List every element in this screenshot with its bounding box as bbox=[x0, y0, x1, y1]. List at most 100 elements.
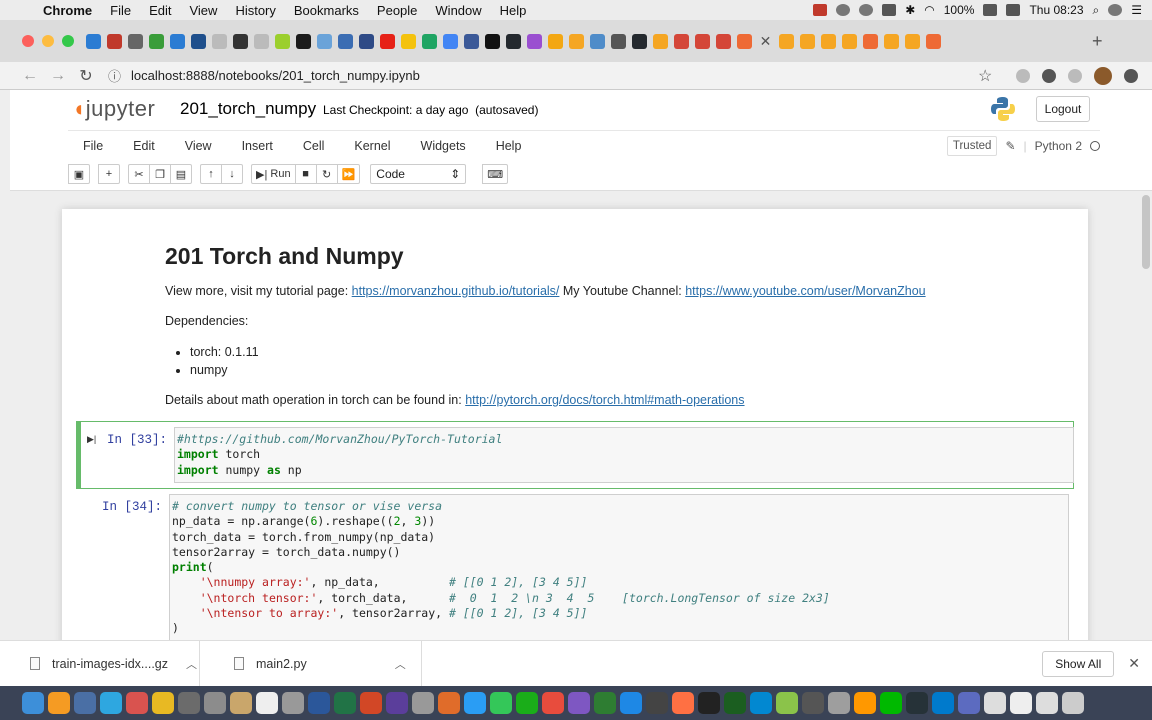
tab-favicon[interactable] bbox=[674, 33, 689, 49]
menu-edit[interactable]: Edit bbox=[140, 3, 180, 18]
finder-icon[interactable] bbox=[22, 692, 44, 714]
code-cell-34[interactable]: In [34]: # convert numpy to tensor or vi… bbox=[76, 489, 1074, 640]
copy-icon[interactable]: ❐ bbox=[149, 164, 171, 184]
terminal-icon[interactable] bbox=[698, 692, 720, 714]
system-preferences-icon[interactable] bbox=[204, 692, 226, 714]
nb-menu-insert[interactable]: Insert bbox=[227, 139, 288, 153]
youtube-link[interactable]: https://www.youtube.com/user/MorvanZhou bbox=[685, 284, 925, 298]
interrupt-icon[interactable]: ■ bbox=[294, 164, 317, 184]
bookmark-star-icon[interactable]: ☆ bbox=[978, 66, 992, 86]
edit-pencil-icon[interactable]: ✎ bbox=[1005, 139, 1015, 153]
forward-icon[interactable]: → bbox=[44, 67, 72, 85]
restart-run-all-icon[interactable]: ⏩ bbox=[336, 164, 361, 184]
tutorial-link[interactable]: https://morvanzhou.github.io/tutorials/ bbox=[352, 284, 560, 298]
chevron-up-icon[interactable]: ︿ bbox=[395, 656, 406, 672]
reload-icon[interactable]: ↻ bbox=[72, 66, 100, 86]
tab-favicon[interactable] bbox=[569, 33, 584, 49]
tab-favicon[interactable] bbox=[485, 33, 500, 49]
siri-icon[interactable] bbox=[1108, 4, 1123, 16]
tab-favicon[interactable] bbox=[653, 33, 668, 49]
dock-app-icon[interactable] bbox=[282, 692, 304, 714]
dock-app-icon[interactable] bbox=[906, 692, 928, 714]
tab-favicon[interactable] bbox=[275, 33, 290, 49]
input-source-icon[interactable] bbox=[1006, 4, 1021, 16]
menu-history[interactable]: History bbox=[226, 3, 284, 18]
nb-menu-kernel[interactable]: Kernel bbox=[339, 139, 405, 153]
nb-menu-widgets[interactable]: Widgets bbox=[406, 139, 481, 153]
run-button[interactable]: ▶| Run bbox=[251, 164, 296, 184]
chrome-menu-icon[interactable] bbox=[1124, 68, 1139, 83]
dock-app-icon[interactable] bbox=[750, 692, 772, 714]
tab-favicon[interactable] bbox=[695, 33, 710, 49]
dock-app-icon[interactable] bbox=[672, 692, 694, 714]
info-icon[interactable]: ⓘ bbox=[108, 66, 121, 85]
tab-favicon[interactable] bbox=[821, 33, 836, 49]
download-item[interactable]: train-images-idx....gz ︿ bbox=[0, 640, 200, 687]
tab-favicon[interactable] bbox=[233, 33, 248, 49]
nb-menu-view[interactable]: View bbox=[170, 139, 227, 153]
save-icon[interactable]: ▣ bbox=[68, 164, 90, 184]
extension-icon[interactable] bbox=[1042, 68, 1057, 83]
restart-icon[interactable]: ↻ bbox=[315, 164, 338, 184]
dock-app-icon[interactable] bbox=[74, 692, 96, 714]
extension-icon[interactable] bbox=[1016, 68, 1031, 83]
profile-avatar[interactable] bbox=[1094, 66, 1113, 85]
clock[interactable]: Thu 08:23 bbox=[1029, 3, 1083, 17]
tab-favicon[interactable] bbox=[443, 33, 458, 49]
dock-app-icon[interactable] bbox=[48, 692, 70, 714]
trash-icon[interactable] bbox=[1062, 692, 1084, 714]
wechat-icon[interactable] bbox=[516, 692, 538, 714]
dock-app-icon[interactable] bbox=[776, 692, 798, 714]
tab-favicon[interactable] bbox=[401, 33, 416, 49]
code-editor[interactable]: #https://github.com/MorvanZhou/PyTorch-T… bbox=[174, 427, 1074, 483]
dock-app-icon[interactable] bbox=[724, 692, 746, 714]
minimize-window-button[interactable] bbox=[42, 35, 54, 47]
new-tab-button[interactable]: + bbox=[1092, 31, 1103, 52]
dock-app-icon[interactable] bbox=[438, 692, 460, 714]
tab-favicon[interactable] bbox=[884, 33, 899, 49]
nb-menu-edit[interactable]: Edit bbox=[118, 139, 170, 153]
zoom-window-button[interactable] bbox=[62, 35, 74, 47]
vpn-icon[interactable] bbox=[859, 4, 874, 16]
dock-app-icon[interactable] bbox=[594, 692, 616, 714]
tab-favicon[interactable] bbox=[905, 33, 920, 49]
tab-favicon[interactable] bbox=[800, 33, 815, 49]
dock-app-icon[interactable] bbox=[568, 692, 590, 714]
tab-favicon[interactable] bbox=[422, 33, 437, 49]
dock-app-icon[interactable] bbox=[178, 692, 200, 714]
tab-favicon[interactable] bbox=[191, 33, 206, 49]
tab-favicon[interactable] bbox=[464, 33, 479, 49]
dock-app-icon[interactable] bbox=[802, 692, 824, 714]
dock-app-icon[interactable] bbox=[464, 692, 486, 714]
menu-window[interactable]: Window bbox=[426, 3, 490, 18]
tab-favicon[interactable] bbox=[632, 33, 647, 49]
battery-icon[interactable] bbox=[983, 4, 998, 16]
tab-close-icon[interactable]: ✕ bbox=[758, 34, 773, 49]
tab-favicon[interactable] bbox=[926, 33, 941, 49]
page-scrollbar[interactable] bbox=[1142, 195, 1150, 269]
tab-favicon[interactable] bbox=[170, 33, 185, 49]
download-item[interactable]: main2.py ︿ bbox=[200, 640, 422, 687]
line-icon[interactable] bbox=[880, 692, 902, 714]
tab-favicon[interactable] bbox=[86, 33, 101, 49]
menu-file[interactable]: File bbox=[101, 3, 140, 18]
close-window-button[interactable] bbox=[22, 35, 34, 47]
document-icon[interactable] bbox=[984, 692, 1006, 714]
tab-favicon[interactable] bbox=[737, 33, 752, 49]
record-icon[interactable] bbox=[813, 4, 828, 16]
notification-center-icon[interactable]: ☰ bbox=[1131, 3, 1142, 17]
dock-app-icon[interactable] bbox=[386, 692, 408, 714]
tab-favicon[interactable] bbox=[527, 33, 542, 49]
jupyter-logo[interactable]: ◖jupyter bbox=[72, 96, 155, 122]
nb-menu-help[interactable]: Help bbox=[481, 139, 537, 153]
cell-type-select[interactable]: Code ⇕ bbox=[370, 164, 467, 184]
code-cell-33[interactable]: ▶| In [33]: #https://github.com/MorvanZh… bbox=[76, 421, 1074, 489]
tab-favicon[interactable] bbox=[254, 33, 269, 49]
dock-app-icon[interactable] bbox=[126, 692, 148, 714]
tab-favicon[interactable] bbox=[611, 33, 626, 49]
tab-favicon[interactable] bbox=[296, 33, 311, 49]
paste-icon[interactable]: ▤ bbox=[170, 164, 192, 184]
airplay-icon[interactable] bbox=[882, 4, 897, 16]
app-menu-chrome[interactable]: Chrome bbox=[34, 3, 101, 18]
tab-favicon[interactable] bbox=[212, 33, 227, 49]
